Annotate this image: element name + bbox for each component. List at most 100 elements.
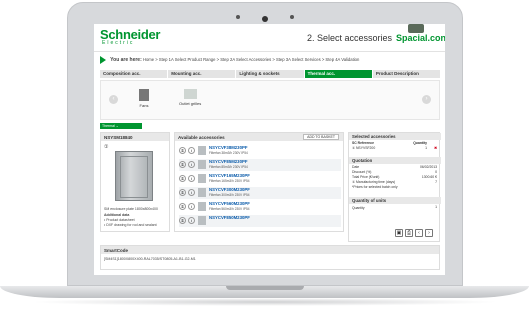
product-panel: NSYSM18840 ① SM enclosure plate 1800x800…: [100, 132, 170, 232]
bezel-dot: [236, 15, 240, 19]
price-note: *Prices for selected batch only: [352, 184, 398, 189]
info-icon[interactable]: i: [188, 217, 195, 224]
section-tab[interactable]: Thermal ⌄: [100, 123, 142, 129]
selected-accessories-section: Selected accessories SC Reference Quanti…: [349, 133, 441, 150]
enclosure-door: [120, 156, 148, 198]
accessory-desc: Filterfan 38m3/h 230V IP54: [209, 151, 248, 155]
list-item[interactable]: ① i NSYCVF85M230PF Filterfan 85m3/h 230V…: [179, 159, 341, 171]
quote-note: *Prices for selected batch only: [349, 184, 441, 189]
accessories-panel: Available accessories ADD TO BASKET ① i …: [174, 132, 344, 232]
fan-thumbnail: [198, 202, 206, 211]
tab-mounting[interactable]: Mounting acc.: [168, 70, 236, 78]
accessory-desc: Filterfan 85m3/h 230V IP54: [209, 165, 248, 169]
info-icon[interactable]: i: [188, 147, 195, 154]
laptop-shadow: [30, 298, 500, 306]
mfg-value: 7: [435, 179, 437, 184]
date-value: 06/02/2013: [420, 164, 437, 169]
enclosure-image: [115, 151, 153, 201]
summary-panel: Selected accessories SC Reference Quanti…: [348, 132, 441, 242]
breadcrumb: You are here: Home > Step 1A Select Prod…: [100, 56, 359, 65]
page-title: 2. Select accessories: [307, 33, 393, 43]
quotation-section: Quotation Date 06/02/2013 Discount (%) 0 T…: [349, 157, 441, 189]
carousel-next-button[interactable]: ›: [422, 95, 431, 104]
quantity-icon[interactable]: ①: [179, 189, 186, 196]
quantity-icon[interactable]: ①: [179, 147, 186, 154]
smartcode-value[interactable]: [SM4S1]1800X800X400-RAL7035/ST0805-A1-B1…: [101, 254, 439, 264]
fan-thumbnail: [198, 146, 206, 155]
quantity-icon[interactable]: ①: [179, 217, 186, 224]
breadcrumb-label: You are here:: [110, 57, 142, 64]
tab-composition[interactable]: Composition acc.: [100, 70, 168, 78]
spacial-logo-icon: [408, 24, 424, 33]
discount-value[interactable]: 0: [435, 170, 437, 174]
accessory-ref[interactable]: NSYCVF85M230PF: [209, 159, 247, 164]
quantity-field[interactable]: 1: [435, 205, 437, 209]
selected-accessories-title: Selected accessories: [349, 133, 441, 140]
list-item[interactable]: ① i NSYCVF38M230PF Filterfan 38m3/h 230V…: [179, 145, 341, 157]
col-reference: SC Reference: [352, 140, 375, 145]
list-item[interactable]: ① i NSYCVF165M230PF Filterfan 165m3/h 23…: [179, 173, 341, 185]
additional-data-title: Additional data: [104, 213, 130, 217]
datasheet-link[interactable]: • Product datasheet: [104, 218, 135, 222]
action-icons: ▣ ⎙ ‹ ›: [395, 229, 433, 237]
info-icon[interactable]: i: [188, 203, 195, 210]
info-icon[interactable]: i: [188, 189, 195, 196]
selected-ref[interactable]: ① NSYVSF200: [352, 146, 375, 150]
selected-row: ① NSYVSF200 1 ✖: [349, 145, 441, 150]
carousel-prev-button[interactable]: ‹: [109, 95, 118, 104]
tab-lighting[interactable]: Lighting & sockets: [236, 70, 304, 78]
category-fans[interactable]: Fans: [139, 89, 149, 108]
fan-thumbnail: [198, 216, 206, 225]
save-icon[interactable]: ▣: [395, 229, 403, 237]
fan-thumbnail: [198, 160, 206, 169]
category-carousel: ‹ Fans Outlet grilles ›: [100, 80, 440, 120]
app-header: Schneider Electric 2. Select accessories…: [94, 24, 445, 52]
product-caption: SM enclosure plate 1800x800x400: [104, 207, 158, 211]
list-item[interactable]: ① i NSYCVF560M230PF Filterfan 560m3/h 23…: [179, 201, 341, 213]
remove-icon[interactable]: ✖: [434, 146, 437, 150]
back-icon[interactable]: ‹: [415, 229, 423, 237]
accessory-ref[interactable]: NSYCVF38M230PF: [209, 145, 247, 150]
tab-thermal[interactable]: Thermal acc.: [304, 70, 372, 78]
date-label: Date: [352, 164, 360, 169]
info-icon[interactable]: ①: [104, 144, 108, 150]
breadcrumb-path[interactable]: Home > Step 1A Select Product Range > St…: [143, 57, 359, 62]
smartcode-title: SmartCode: [101, 246, 439, 254]
fan-thumbnail: [198, 188, 206, 197]
mfg-label: ① Manufacturing time (days): [352, 179, 396, 184]
quantity-icon[interactable]: ①: [179, 203, 186, 210]
info-icon[interactable]: i: [188, 175, 195, 182]
brand-logo-sub: Electric: [102, 40, 135, 46]
accessory-ref[interactable]: NSYCVF850M230PF: [209, 215, 250, 220]
category-label: Outlet grilles: [179, 101, 202, 106]
accessory-ref[interactable]: NSYCVF300M230PF: [209, 187, 250, 192]
laptop-notch: [226, 286, 304, 290]
tab-bar: Composition acc. Mounting acc. Lighting …: [100, 70, 441, 78]
dxf-link[interactable]: • DXF drawing for rod and sealant: [104, 223, 157, 227]
bezel-dots: [68, 15, 462, 22]
forward-icon[interactable]: ›: [425, 229, 433, 237]
accessory-ref[interactable]: NSYCVF165M230PF: [209, 173, 250, 178]
quantity-row: Quantity 1: [349, 204, 441, 211]
accessory-desc: Filterfan 560m3/h 230V IP54: [209, 207, 250, 211]
category-outlet-grilles[interactable]: Outlet grilles: [179, 89, 201, 106]
quantity-icon[interactable]: ①: [179, 175, 186, 182]
tab-product-description[interactable]: Product Description: [372, 70, 441, 78]
quantity-icon[interactable]: ①: [179, 161, 186, 168]
bezel-dot: [290, 15, 294, 19]
app-screen: Schneider Electric 2. Select accessories…: [94, 24, 445, 275]
quantity-units-title: Quantity of units: [349, 197, 441, 204]
info-icon[interactable]: i: [188, 161, 195, 168]
print-icon[interactable]: ⎙: [405, 229, 413, 237]
accessory-desc: Filterfan 300m3/h 230V IP54: [209, 193, 250, 197]
spacial-brand: Spacial.conf: [396, 33, 445, 43]
smartcode-panel: SmartCode [SM4S1]1800X800X400-RAL7035/ST…: [100, 245, 440, 270]
list-item[interactable]: ① i NSYCVF850M230PF: [179, 215, 341, 227]
add-to-basket-button[interactable]: ADD TO BASKET: [303, 134, 339, 140]
laptop-frame: Schneider Electric 2. Select accessories…: [0, 0, 529, 318]
arrow-right-icon: [100, 56, 106, 64]
selected-qty[interactable]: 1: [425, 146, 427, 150]
list-item[interactable]: ① i NSYCVF300M230PF Filterfan 300m3/h 23…: [179, 187, 341, 199]
product-panel-title: NSYSM18840: [101, 133, 169, 141]
accessory-ref[interactable]: NSYCVF560M230PF: [209, 201, 250, 206]
